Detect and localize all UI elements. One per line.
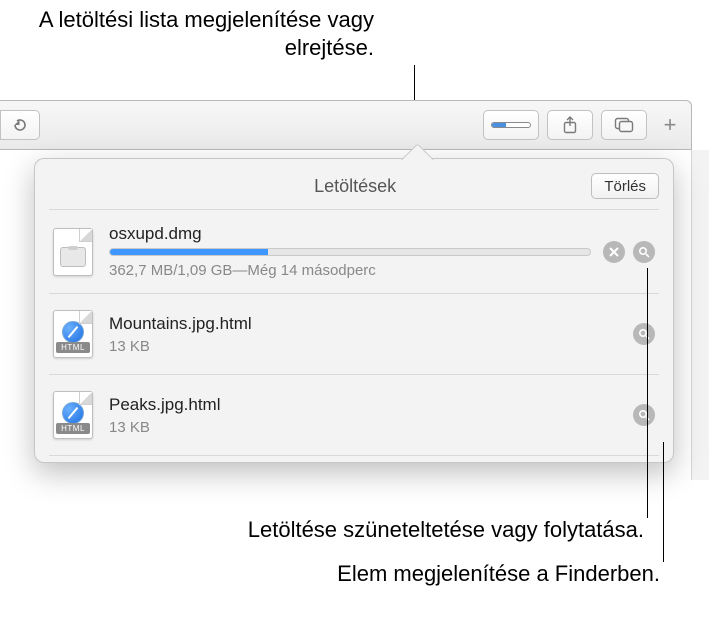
close-icon xyxy=(608,246,620,258)
share-button[interactable] xyxy=(547,110,593,140)
magnifier-icon xyxy=(638,246,650,258)
tabs-icon xyxy=(614,117,634,133)
stop-download-button[interactable] xyxy=(603,241,625,263)
download-progress-bar xyxy=(109,248,591,256)
download-status: 13 KB xyxy=(109,419,621,436)
clear-button[interactable]: Törlés xyxy=(591,173,659,199)
magnifier-icon xyxy=(638,328,650,340)
downloads-popover: Letöltések Törlés osxupd.dmg 362,7 MB/1,… xyxy=(34,158,674,463)
downloads-progress-icon xyxy=(491,122,531,128)
download-list: osxupd.dmg 362,7 MB/1,09 GB—Még 14 másod… xyxy=(49,209,659,456)
reveal-in-finder-button[interactable] xyxy=(633,323,655,345)
file-icon-dmg xyxy=(49,226,97,278)
html-badge: HTML xyxy=(56,423,90,434)
download-filename: Peaks.jpg.html xyxy=(109,395,621,415)
callout-show-hide-downloads: A letöltési lista megjelenítése vagy elr… xyxy=(14,6,374,61)
download-status: 362,7 MB/1,09 GB—Még 14 másodperc xyxy=(109,262,591,279)
file-icon-html: HTML xyxy=(49,389,97,441)
callout-line xyxy=(647,268,648,518)
reveal-in-finder-button[interactable] xyxy=(633,404,655,426)
download-filename: Mountains.jpg.html xyxy=(109,314,621,334)
tabs-button[interactable] xyxy=(601,110,647,140)
share-icon xyxy=(562,116,578,134)
file-icon-html: HTML xyxy=(49,308,97,360)
plus-icon: + xyxy=(664,112,677,138)
download-item: osxupd.dmg 362,7 MB/1,09 GB—Még 14 másod… xyxy=(49,209,659,293)
vertical-scrollbar[interactable] xyxy=(691,150,709,480)
reveal-in-finder-button[interactable] xyxy=(633,241,655,263)
download-filename: osxupd.dmg xyxy=(109,224,591,244)
callout-line xyxy=(663,442,664,562)
html-badge: HTML xyxy=(56,342,90,353)
magnifier-icon xyxy=(638,409,650,421)
download-item: HTML Mountains.jpg.html 13 KB xyxy=(49,293,659,374)
reload-icon xyxy=(12,117,28,133)
popover-title: Letöltések xyxy=(49,176,591,197)
downloads-toolbar-button[interactable] xyxy=(483,110,539,140)
download-item: HTML Peaks.jpg.html 13 KB xyxy=(49,374,659,456)
download-status: 13 KB xyxy=(109,338,621,355)
safari-toolbar: + xyxy=(0,100,692,150)
new-tab-button[interactable]: + xyxy=(655,110,685,140)
callout-reveal-finder: Elem megjelenítése a Finderben. xyxy=(260,560,660,588)
reload-button[interactable] xyxy=(0,110,40,140)
callout-pause-resume: Letöltése szüneteltetése vagy folytatása… xyxy=(70,516,644,544)
